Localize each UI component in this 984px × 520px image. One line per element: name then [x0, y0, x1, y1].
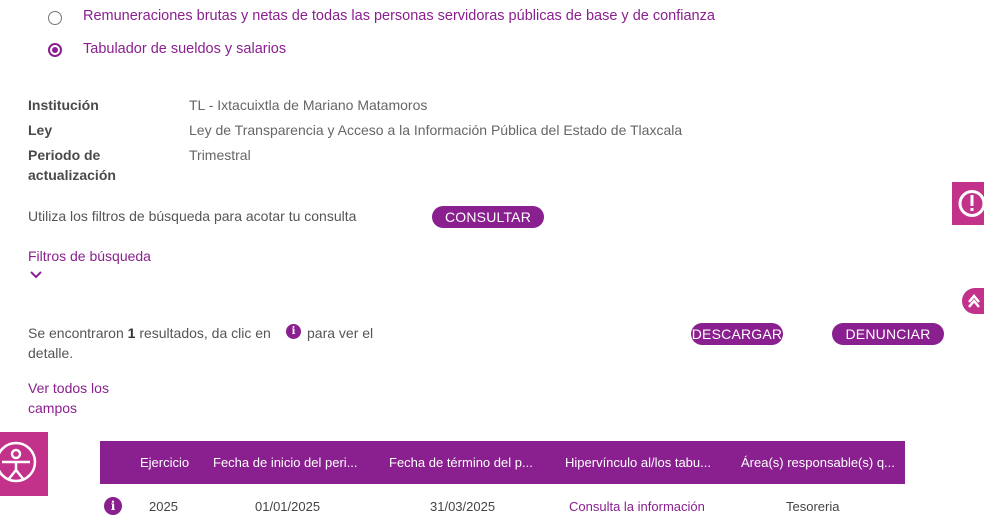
accessibility-button[interactable] [0, 432, 48, 496]
cell-ejercicio: 2025 [149, 499, 178, 514]
periodo-key-line2: actualización [28, 167, 116, 183]
periodo-value: Trimestral [189, 147, 251, 163]
ley-key: Ley [28, 122, 53, 138]
cell-hipervinculo-link[interactable]: Consulta la información [569, 497, 705, 517]
accessibility-icon [0, 441, 37, 483]
row-detail-info-icon[interactable]: i [104, 497, 122, 515]
cell-fecha-inicio: 01/01/2025 [255, 499, 321, 514]
all-fields-link-line1[interactable]: Ver todos los [28, 378, 109, 398]
radio-unchecked-icon[interactable] [48, 11, 62, 25]
institucion-value: TL - Ixtacuixtla de Mariano Matamoros [189, 97, 428, 113]
cell-area-responsable: Tesoreria [786, 499, 840, 514]
col-area-responsable[interactable]: Área(s) responsable(s) q... [741, 441, 901, 484]
option-remuneraciones[interactable]: Remuneraciones brutas y netas de todas l… [48, 8, 715, 25]
descargar-button[interactable]: DESCARGAR [691, 323, 783, 345]
filters-toggle[interactable]: Filtros de búsqueda [28, 246, 151, 266]
consultar-button[interactable]: CONSULTAR [432, 206, 544, 228]
results-summary: Se encontraron 1 resultados, da clic en [28, 323, 271, 343]
option-tabulador-label[interactable]: Tabulador de sueldos y salarios [83, 41, 286, 57]
info-icon: i [286, 324, 301, 339]
ley-value: Ley de Transparencia y Acceso a la Infor… [189, 122, 683, 138]
results-prefix: Se encontraron [28, 325, 124, 341]
results-suffix: para ver el [307, 325, 374, 341]
chevron-down-icon[interactable] [29, 270, 43, 280]
col-hipervinculo[interactable]: Hipervínculo al/los tabu... [565, 441, 725, 484]
results-table-header: Ejercicio Fecha de inicio del peri... Fe… [100, 441, 905, 484]
results-middle: resultados, da clic en [139, 325, 271, 341]
results-count: 1 [127, 325, 136, 341]
col-fecha-termino[interactable]: Fecha de término del p... [389, 441, 549, 484]
results-suffix-line2: detalle. [28, 345, 74, 361]
alert-tab[interactable] [952, 182, 984, 225]
institucion-key: Institución [28, 97, 99, 113]
scroll-up-button[interactable] [962, 288, 984, 314]
scroll-up-icon [968, 294, 980, 308]
alert-icon [958, 190, 984, 217]
radio-checked-icon[interactable] [48, 43, 62, 57]
search-hint: Utiliza los filtros de búsqueda para aco… [28, 208, 357, 224]
option-tabulador[interactable]: Tabulador de sueldos y salarios [48, 41, 286, 57]
all-fields-link-line2[interactable]: campos [28, 398, 77, 418]
denunciar-button[interactable]: DENUNCIAR [832, 323, 944, 345]
cell-fecha-termino: 31/03/2025 [430, 499, 496, 514]
col-ejercicio[interactable]: Ejercicio [140, 441, 200, 484]
col-fecha-inicio[interactable]: Fecha de inicio del peri... [213, 441, 378, 484]
option-remuneraciones-label[interactable]: Remuneraciones brutas y netas de todas l… [83, 8, 715, 24]
periodo-key-line1: Periodo de [28, 147, 101, 163]
